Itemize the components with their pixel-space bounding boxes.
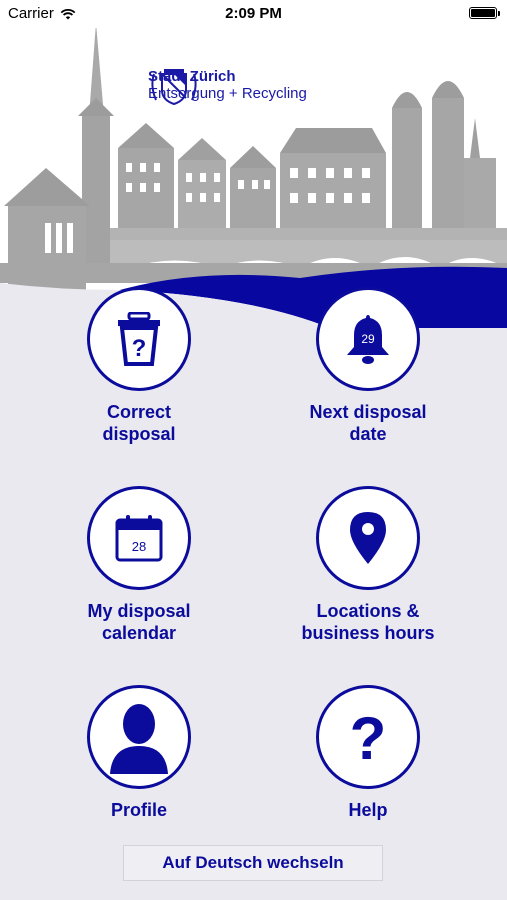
- bell-icon: 29: [347, 315, 389, 364]
- tile-label-locations-business-hours: Locations & business hours: [301, 601, 435, 643]
- tile-locations-business-hours[interactable]: Locations & business hours: [268, 486, 468, 644]
- profile-button[interactable]: [87, 685, 191, 789]
- tile-next-disposal-date[interactable]: 29 Next disposal date: [268, 287, 468, 445]
- tile-help[interactable]: ? Help: [268, 685, 468, 821]
- question-icon: ?: [350, 707, 387, 767]
- correct-disposal-button[interactable]: ?: [87, 287, 191, 391]
- location-pin-icon: [350, 512, 386, 564]
- calendar-day-number: 28: [132, 539, 146, 554]
- header: Stadt Zürich Entsorgung + Recycling: [0, 28, 507, 328]
- tile-correct-disposal[interactable]: ? Correct disposal: [39, 287, 239, 445]
- tile-label-next-disposal-date: Next disposal date: [309, 402, 427, 444]
- tile-label-correct-disposal: Correct disposal: [102, 402, 176, 444]
- person-icon: [110, 704, 168, 774]
- help-button[interactable]: ?: [316, 685, 420, 789]
- battery-icon: [469, 7, 500, 19]
- svg-text:?: ?: [350, 707, 387, 767]
- next-disposal-date-button[interactable]: 29: [316, 287, 420, 391]
- status-time: 2:09 PM: [225, 5, 282, 22]
- bell-badge-number: 29: [361, 332, 375, 346]
- trash-question-icon: ?: [118, 312, 160, 366]
- calendar-icon: 28: [115, 515, 163, 562]
- zurich-coat-of-arms-icon: [151, 69, 197, 106]
- switch-language-button[interactable]: Auf Deutsch wechseln: [123, 845, 383, 881]
- tile-my-disposal-calendar[interactable]: 28 My disposal calendar: [39, 486, 239, 644]
- svg-text:?: ?: [132, 335, 147, 362]
- my-disposal-calendar-button[interactable]: 28: [87, 486, 191, 590]
- brand-logo: Stadt Zürich Entsorgung + Recycling: [148, 68, 307, 106]
- tile-profile[interactable]: Profile: [39, 685, 239, 821]
- tile-label-help: Help: [348, 800, 388, 820]
- tile-label-my-disposal-calendar: My disposal calendar: [87, 601, 191, 643]
- locations-business-hours-button[interactable]: [316, 486, 420, 590]
- status-bar: Carrier 2:09 PM: [0, 0, 507, 28]
- tile-label-profile: Profile: [110, 800, 167, 820]
